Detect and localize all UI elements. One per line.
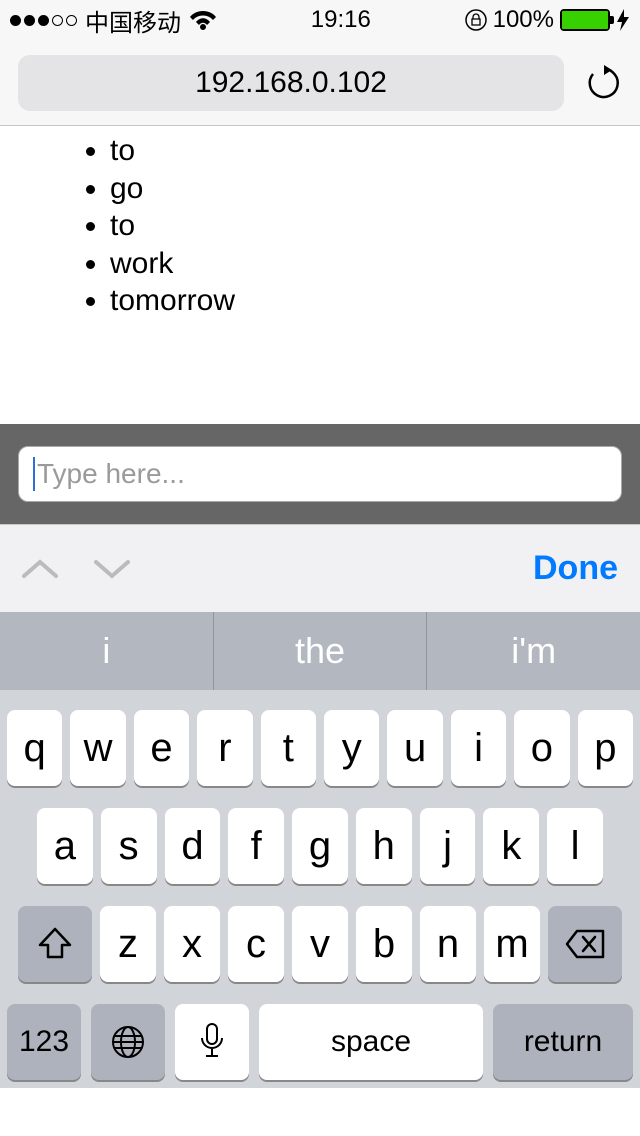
text-cursor	[33, 457, 35, 491]
key-n[interactable]: n	[420, 906, 476, 982]
status-left: 中国移动	[10, 3, 217, 38]
keyboard-row-1: q w e r t y u i o p	[7, 710, 633, 786]
wifi-icon	[189, 10, 217, 30]
clock: 19:16	[311, 6, 371, 34]
charging-icon	[616, 9, 630, 31]
key-s[interactable]: s	[101, 808, 157, 884]
signal-strength-icon	[10, 15, 77, 26]
key-p[interactable]: p	[578, 710, 633, 786]
list-item: work	[110, 245, 610, 283]
status-bar: 中国移动 19:16 100%	[0, 0, 640, 40]
reload-icon[interactable]	[586, 65, 622, 101]
key-h[interactable]: h	[356, 808, 412, 884]
space-key[interactable]: space	[259, 1004, 483, 1080]
key-o[interactable]: o	[514, 710, 569, 786]
placeholder-text: Type here...	[37, 458, 185, 490]
key-c[interactable]: c	[228, 906, 284, 982]
suggestion-3[interactable]: i'm	[427, 612, 640, 690]
microphone-icon	[199, 1022, 225, 1062]
key-d[interactable]: d	[165, 808, 221, 884]
key-q[interactable]: q	[7, 710, 62, 786]
key-i[interactable]: i	[451, 710, 506, 786]
dictation-key[interactable]	[175, 1004, 249, 1080]
list-item: to	[110, 207, 610, 245]
chevron-up-icon[interactable]	[22, 558, 58, 580]
return-key[interactable]: return	[493, 1004, 633, 1080]
shift-icon	[38, 927, 72, 961]
battery-pct-label: 100%	[493, 6, 554, 34]
key-l[interactable]: l	[547, 808, 603, 884]
battery-icon	[560, 9, 610, 31]
backspace-key[interactable]	[548, 906, 622, 982]
key-z[interactable]: z	[100, 906, 156, 982]
word-list: to go to work tomorrow	[30, 132, 610, 320]
key-t[interactable]: t	[261, 710, 316, 786]
keyboard-row-4: 123 space return	[7, 1004, 633, 1080]
keyboard-suggestion-bar: i the i'm	[0, 612, 640, 690]
url-display[interactable]: 192.168.0.102	[18, 55, 564, 111]
keyboard-row-2: a s d f g h j k l	[7, 808, 633, 884]
key-m[interactable]: m	[484, 906, 540, 982]
status-right: 100%	[465, 6, 630, 34]
page-content: to go to work tomorrow	[0, 126, 640, 424]
globe-key[interactable]	[91, 1004, 165, 1080]
list-item: go	[110, 170, 610, 208]
browser-address-bar: 192.168.0.102	[0, 40, 640, 126]
carrier-label: 中国移动	[85, 3, 181, 38]
key-k[interactable]: k	[483, 808, 539, 884]
key-j[interactable]: j	[420, 808, 476, 884]
keyboard-accessory-bar: Done	[0, 524, 640, 612]
list-item: tomorrow	[110, 282, 610, 320]
key-b[interactable]: b	[356, 906, 412, 982]
list-item: to	[110, 132, 610, 170]
key-u[interactable]: u	[387, 710, 442, 786]
on-screen-keyboard: q w e r t y u i o p a s d f g h j k l z …	[0, 690, 640, 1088]
key-w[interactable]: w	[70, 710, 125, 786]
backspace-icon	[565, 929, 605, 959]
text-input[interactable]: Type here...	[18, 446, 622, 502]
url-text: 192.168.0.102	[195, 66, 387, 100]
suggestion-2[interactable]: the	[214, 612, 428, 690]
key-x[interactable]: x	[164, 906, 220, 982]
key-f[interactable]: f	[228, 808, 284, 884]
numbers-key[interactable]: 123	[7, 1004, 81, 1080]
orientation-lock-icon	[465, 9, 487, 31]
globe-icon	[110, 1024, 146, 1060]
done-button[interactable]: Done	[533, 549, 618, 588]
keyboard-row-3: z x c v b n m	[7, 906, 633, 982]
suggestion-1[interactable]: i	[0, 612, 214, 690]
shift-key[interactable]	[18, 906, 92, 982]
key-g[interactable]: g	[292, 808, 348, 884]
chevron-down-icon[interactable]	[94, 558, 130, 580]
key-y[interactable]: y	[324, 710, 379, 786]
key-r[interactable]: r	[197, 710, 252, 786]
key-e[interactable]: e	[134, 710, 189, 786]
key-v[interactable]: v	[292, 906, 348, 982]
text-input-bar: Type here...	[0, 424, 640, 524]
key-a[interactable]: a	[37, 808, 93, 884]
